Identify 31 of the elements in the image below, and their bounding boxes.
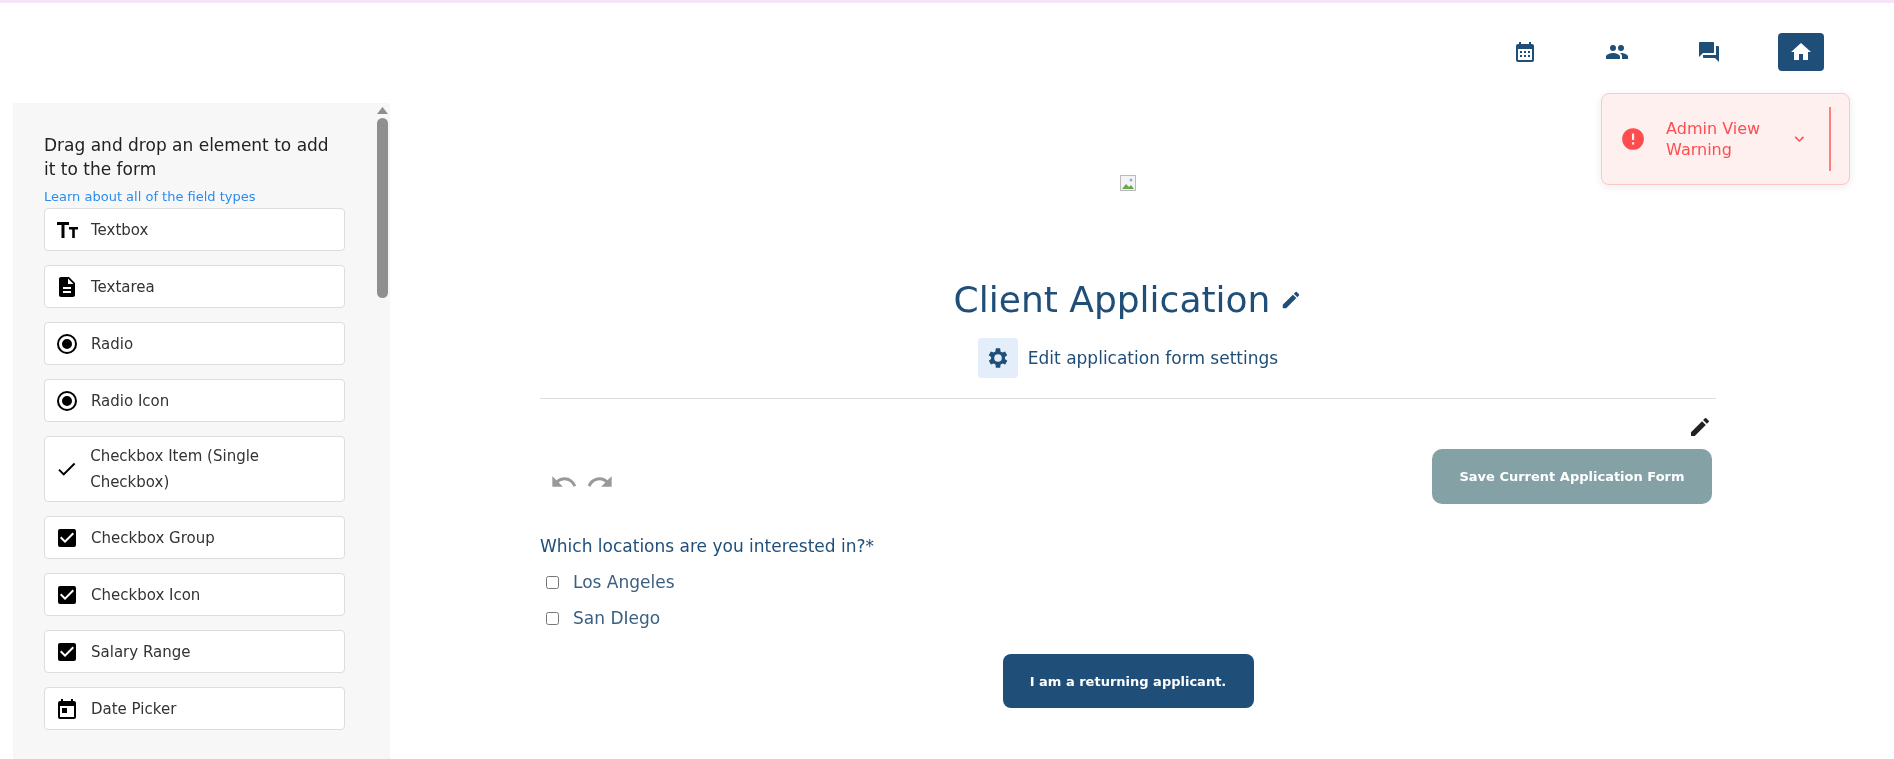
form-title: Client Application — [953, 279, 1271, 320]
sidebar-heading: Drag and drop an element to add it to the form — [44, 134, 330, 181]
scroll-up-icon[interactable] — [377, 107, 388, 114]
field-type-item[interactable]: Date Picker — [44, 687, 345, 730]
field-type-item[interactable]: Salary Range — [44, 630, 345, 673]
field-type-item[interactable]: Textarea — [44, 265, 345, 308]
scrollbar-thumb[interactable] — [377, 118, 388, 298]
broken-image-icon — [1120, 175, 1136, 191]
field-type-item[interactable]: Radio Icon — [44, 379, 345, 422]
settings-link[interactable]: Edit application form settings — [1027, 348, 1279, 368]
field-type-item[interactable]: Checkbox Item (Single Checkbox) — [44, 436, 345, 502]
pencil-icon — [1688, 415, 1712, 439]
field-type-item[interactable]: Checkbox Icon — [44, 573, 345, 616]
calendar-icon — [1513, 40, 1537, 64]
chat-icon — [1697, 40, 1721, 64]
alert-icon — [1620, 125, 1647, 153]
returning-applicant-button[interactable]: I am a returning applicant. — [1002, 654, 1254, 708]
location-checkbox[interactable] — [546, 575, 559, 589]
settings-button[interactable] — [977, 338, 1018, 378]
question-label: Which locations are you interested in?* — [540, 536, 874, 556]
nav-button[interactable] — [1778, 33, 1824, 71]
field-type-item[interactable]: Radio — [44, 322, 345, 365]
field-type-item[interactable]: Textbox — [44, 208, 345, 251]
option-label: Los Angeles — [573, 572, 675, 592]
field-type-item[interactable]: Checkbox Group — [44, 516, 345, 559]
warning-text: Admin View Warning — [1666, 118, 1762, 160]
radio-icon — [55, 331, 79, 356]
location-checkbox[interactable] — [546, 611, 559, 625]
calendar-icon — [55, 696, 79, 721]
radio-icon — [55, 388, 79, 413]
option-label: San DIego — [573, 608, 661, 628]
